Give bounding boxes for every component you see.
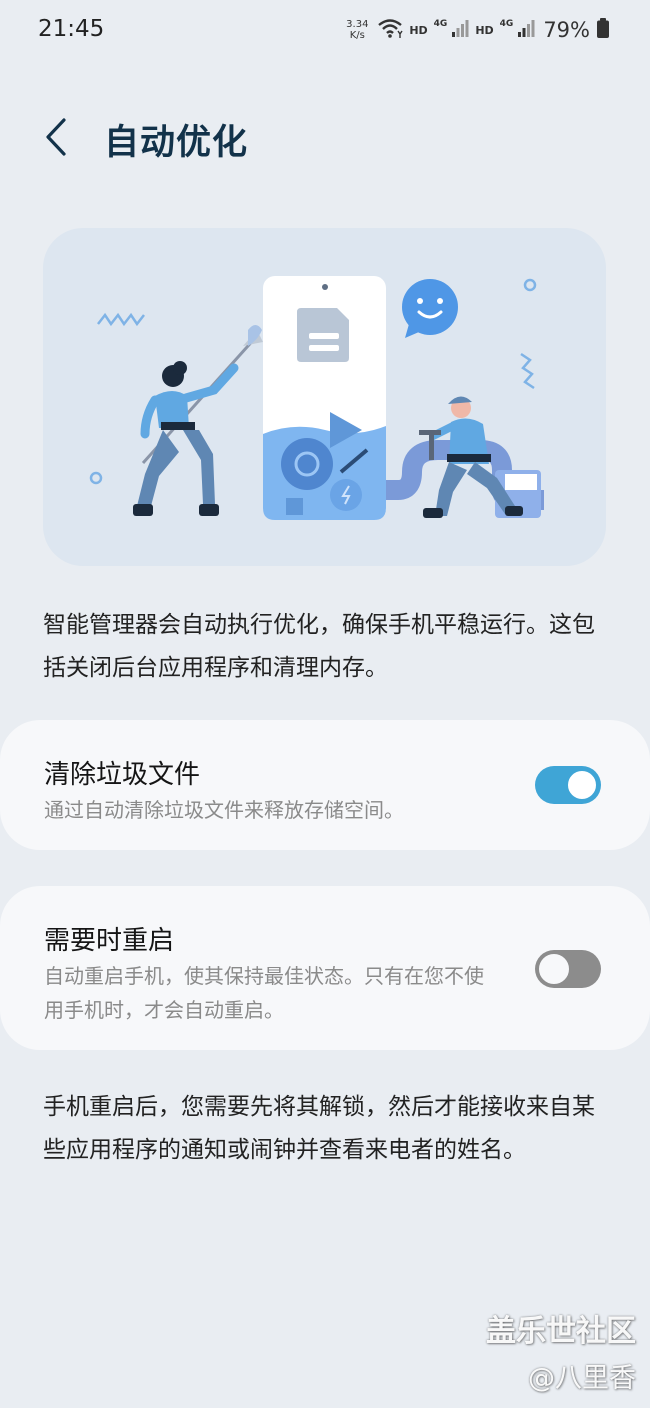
hd-badge-2: HD: [475, 23, 494, 37]
toggle-knob: [566, 769, 598, 801]
status-bar: 21:45 3.34 K/s HD 4G HD 4G 79%: [0, 0, 650, 62]
restart-when-needed-toggle[interactable]: [535, 950, 601, 988]
watermark-author: @八里香: [528, 1363, 636, 1394]
page-title: 自动优化: [104, 123, 249, 163]
network-speed-unit: K/s: [349, 30, 365, 41]
sim2-network-type: 4G: [499, 19, 514, 29]
watermark-community: 盖乐世社区: [486, 1314, 636, 1349]
setting-restart-when-needed[interactable]: 需要时重启 自动重启手机，使其保持最佳状态。只有在您不使用手机时，才会自动重启。: [0, 886, 650, 1050]
battery-percent: 79%: [543, 18, 590, 42]
status-icons: 3.34 K/s HD 4G HD 4G 79%: [343, 14, 610, 46]
back-button[interactable]: [36, 112, 76, 162]
intro-description: 智能管理器会自动执行优化，确保手机平稳运行。这包括关闭后台应用程序和清理内存。: [43, 612, 595, 681]
network-speed: 3.34 K/s: [343, 19, 371, 41]
sim1-network-type: 4G: [433, 19, 448, 29]
hd-badge-1: HD: [409, 23, 428, 37]
auto-optimization-screen: 21:45 3.34 K/s HD 4G HD 4G 79% 自动优化 智能管理…: [0, 0, 650, 1408]
setting-clear-junk-files[interactable]: 清除垃圾文件 通过自动清除垃圾文件来释放存储空间。: [0, 720, 650, 850]
signal-icon: [451, 18, 469, 42]
signal-icon: [517, 18, 535, 42]
setting-title: 清除垃圾文件: [44, 760, 201, 790]
setting-subtitle: 通过自动清除垃圾文件来释放存储空间。: [44, 798, 404, 822]
wifi-icon: [377, 17, 403, 43]
setting-title: 需要时重启: [44, 926, 175, 956]
back-icon: [46, 118, 66, 156]
app-header: 自动优化: [0, 100, 650, 180]
network-speed-value: 3.34: [346, 19, 369, 30]
status-time: 21:45: [38, 16, 105, 42]
optimization-illustration: [43, 228, 606, 566]
setting-subtitle: 自动重启手机，使其保持最佳状态。只有在您不使用手机时，才会自动重启。: [44, 964, 484, 1022]
restart-note: 手机重启后，您需要先将其解锁，然后才能接收来自某些应用程序的通知或闹钟并查看来电…: [43, 1094, 595, 1163]
battery-icon: [596, 17, 610, 43]
toggle-knob: [536, 951, 572, 987]
clear-junk-files-toggle[interactable]: [535, 766, 601, 804]
